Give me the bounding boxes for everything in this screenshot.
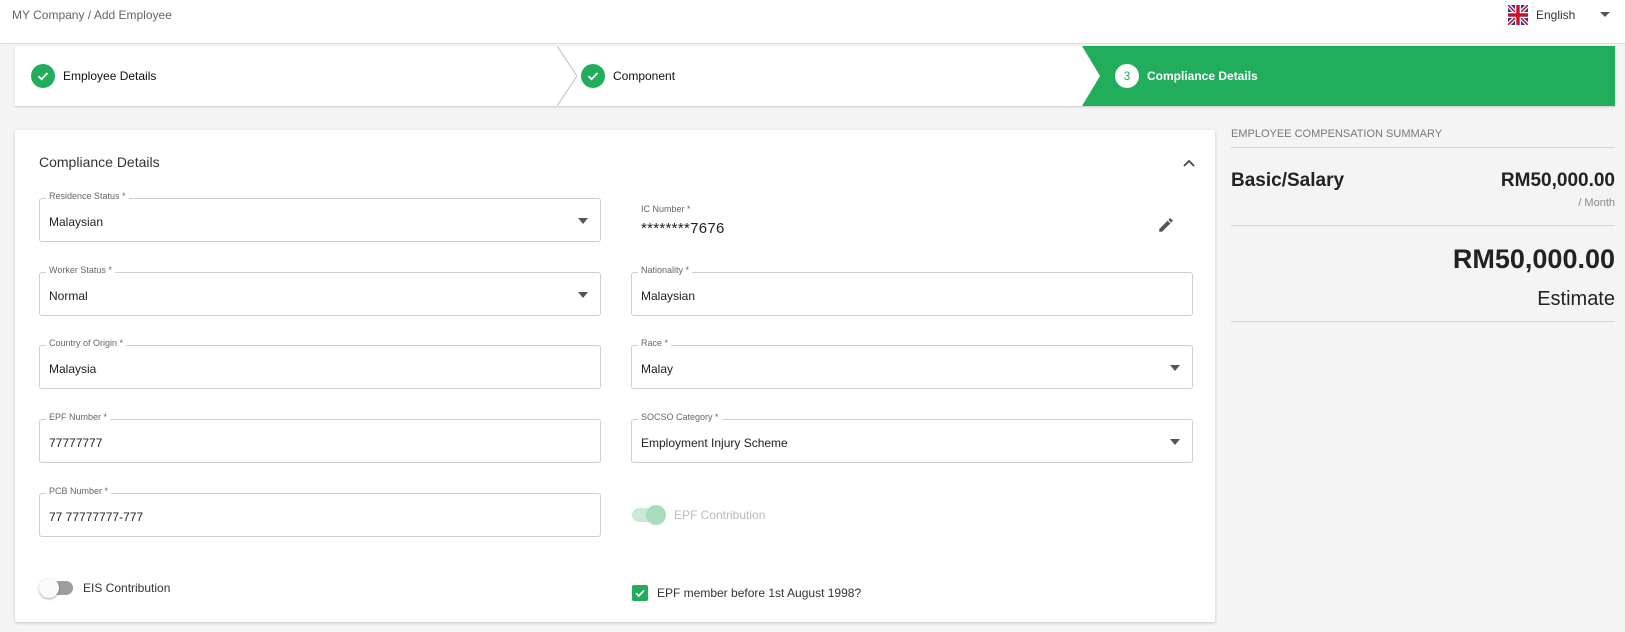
step-label: Component (613, 69, 676, 83)
field-label: IC Number * (641, 204, 691, 214)
chevron-down-icon (1600, 12, 1610, 17)
pencil-icon[interactable] (1157, 216, 1175, 234)
step-content: 3 Compliance Details (1115, 46, 1258, 106)
check-icon (635, 589, 645, 598)
toggle-label: EIS Contribution (83, 581, 171, 595)
toggle-track (39, 578, 73, 598)
toggle-label: EPF Contribution (674, 508, 766, 522)
field-label: Country of Origin * (46, 338, 127, 348)
field-value: 77 77777777-777 (49, 510, 144, 524)
card-title: Compliance Details (39, 154, 160, 170)
epf-number-field[interactable]: EPF Number * 77777777 (39, 412, 601, 463)
step-compliance-details[interactable]: 3 Compliance Details (1082, 46, 1615, 106)
summary-row-period: / Month (1578, 197, 1615, 209)
field-label: EPF Number * (46, 412, 111, 422)
step-label: Employee Details (63, 69, 157, 83)
ic-number-value: ********7676 (641, 220, 725, 237)
field-value: Malaysian (49, 215, 104, 229)
chevron-up-icon[interactable] (1182, 158, 1196, 168)
step-number: 3 (1115, 64, 1139, 88)
step-divider (557, 46, 577, 106)
caret-down-icon (1170, 365, 1180, 371)
language-selector[interactable]: English (1508, 4, 1610, 26)
top-bar: MY Company / Add Employee English (0, 0, 1625, 44)
check-icon (581, 64, 605, 88)
field-label: Race * (638, 338, 672, 348)
breadcrumb: MY Company / Add Employee (12, 8, 172, 22)
compensation-summary: EMPLOYEE COMPENSATION SUMMARY Basic/Sala… (1231, 128, 1615, 322)
nationality-field[interactable]: Nationality * Malaysian (631, 265, 1193, 316)
field-label: PCB Number * (46, 486, 112, 496)
checkbox-label: EPF member before 1st August 1998? (657, 586, 862, 600)
step-employee-details[interactable]: Employee Details (31, 46, 156, 106)
toggle-thumb (646, 505, 666, 525)
field-value: Malaysian (641, 289, 696, 303)
ic-number-display: IC Number * ********7676 (633, 198, 1193, 242)
race-select[interactable]: Race * Malay (631, 338, 1193, 389)
summary-row-name: Basic/Salary (1231, 170, 1345, 191)
epf-member-before-1998-row[interactable]: EPF member before 1st August 1998? (632, 585, 861, 601)
summary-row-amount: RM50,000.00 (1500, 170, 1615, 191)
caret-down-icon (578, 292, 588, 298)
worker-status-select[interactable]: Worker Status * Normal (39, 265, 601, 316)
step-component[interactable]: Component (581, 46, 675, 106)
caret-down-icon (1170, 439, 1180, 445)
field-label: Worker Status * (46, 265, 115, 275)
field-label: Nationality * (638, 265, 693, 275)
summary-row: Basic/Salary RM50,000.00 / Month (1231, 148, 1615, 226)
total-label: Estimate (1537, 288, 1615, 310)
eis-contribution-toggle[interactable]: EIS Contribution (39, 578, 171, 598)
summary-heading: EMPLOYEE COMPENSATION SUMMARY (1231, 128, 1615, 148)
total-amount: RM50,000.00 (1452, 244, 1615, 274)
compliance-details-card: Compliance Details Residence Status * Ma… (15, 130, 1215, 622)
field-value: Malaysia (49, 362, 97, 376)
caret-down-icon (578, 218, 588, 224)
summary-total: RM50,000.00 Estimate (1231, 226, 1615, 322)
field-label: SOCSO Category * (638, 412, 722, 422)
epf-contribution-toggle[interactable]: EPF Contribution (632, 505, 766, 525)
stepper: Employee Details Component 3 Compliance … (15, 46, 1615, 106)
check-icon (31, 64, 55, 88)
country-of-origin-field[interactable]: Country of Origin * Malaysia (39, 338, 601, 389)
field-label: Residence Status * (46, 191, 129, 201)
pcb-number-field[interactable]: PCB Number * 77 77777777-777 (39, 486, 601, 537)
field-value: Normal (49, 289, 88, 303)
field-value: Employment Injury Scheme (641, 436, 788, 450)
field-value: 77777777 (49, 436, 103, 450)
epf-member-checkbox[interactable] (632, 585, 648, 601)
residence-status-select[interactable]: Residence Status * Malaysian (39, 191, 601, 242)
field-value: Malay (641, 362, 674, 376)
socso-category-select[interactable]: SOCSO Category * Employment Injury Schem… (631, 412, 1193, 463)
toggle-track (632, 505, 666, 525)
toggle-thumb (39, 578, 59, 598)
uk-flag-icon (1508, 5, 1528, 25)
language-label: English (1536, 8, 1576, 22)
step-label: Compliance Details (1147, 69, 1258, 83)
